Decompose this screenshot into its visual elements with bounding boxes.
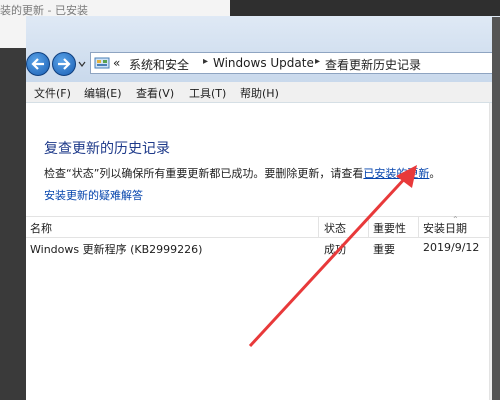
annotation-arrow-shaft xyxy=(248,173,410,348)
annotation-arrow xyxy=(248,165,417,348)
